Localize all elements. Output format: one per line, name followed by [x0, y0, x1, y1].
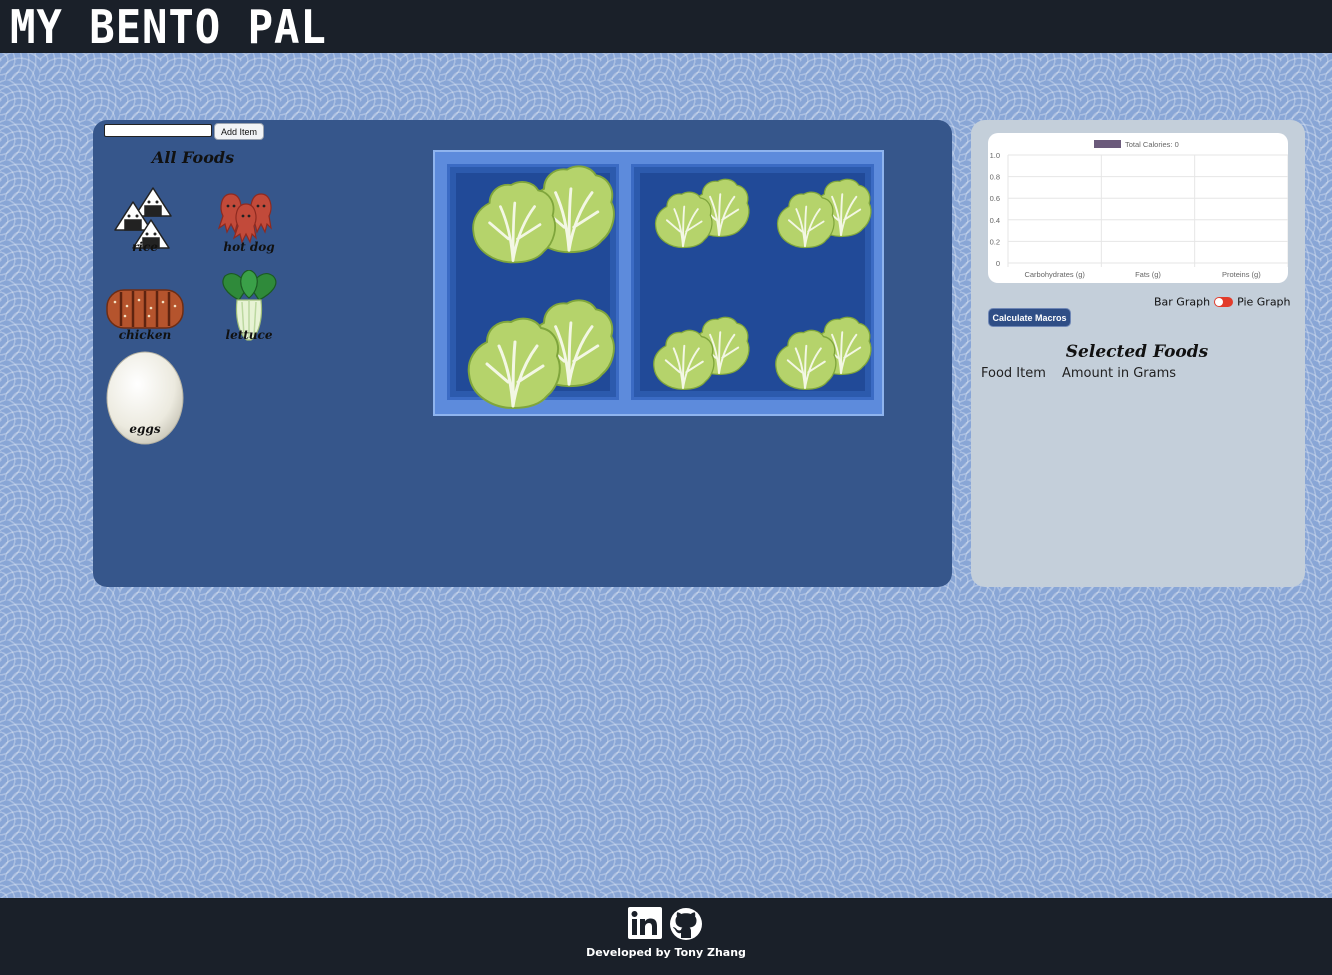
macros-bar-chart[interactable]: 1.0 0.8 0.6 0.4 0.2 0 Carbohydrates (g) Fats (g…	[988, 133, 1289, 283]
food-item-eggs[interactable]: eggs	[105, 350, 185, 446]
github-icon[interactable]	[668, 907, 704, 941]
food-label: hot dog	[223, 240, 275, 254]
calculate-macros-button[interactable]: Calculate Macros	[988, 308, 1071, 327]
lettuce-icon	[654, 178, 750, 249]
bar-graph-label: Bar Graph	[1154, 295, 1211, 309]
food-item-column-header: Food Item	[981, 366, 1046, 381]
macros-chart-card: 1.0 0.8 0.6 0.4 0.2 0 Carbohydrates (g) Fats (g…	[988, 133, 1289, 283]
add-item-button[interactable]: Add Item	[214, 123, 264, 140]
graph-type-toggle[interactable]	[1214, 297, 1234, 307]
legend-label[interactable]: Total Calories: 0	[1125, 140, 1179, 149]
food-item-chicken[interactable]: chicken	[105, 270, 185, 350]
all-foods-heading: All Foods	[151, 148, 235, 167]
lettuce-icon	[467, 298, 616, 410]
add-item-input[interactable]	[104, 124, 212, 137]
y-tick-label: 0.8	[990, 173, 1000, 182]
linkedin-icon[interactable]	[628, 907, 664, 941]
food-item-lettuce[interactable]: lettuce	[209, 269, 289, 350]
lettuce-icon	[774, 316, 872, 391]
bento-box[interactable]	[433, 150, 884, 416]
selected-foods-heading: Selected Foods	[1065, 342, 1209, 362]
lettuce-icon	[652, 316, 750, 391]
page-footer: Developed by Tony Zhang	[0, 898, 1332, 975]
food-item-rice[interactable]: rice	[105, 182, 185, 262]
food-label: lettuce	[225, 328, 273, 342]
y-tick-label: 1.0	[990, 151, 1000, 160]
app-header: MY BENTO PAL	[0, 0, 1332, 53]
x-tick-label: Carbohydrates (g)	[1024, 270, 1085, 279]
amount-column-header: Amount in Grams	[1062, 366, 1177, 381]
y-tick-label: 0	[996, 259, 1000, 268]
food-label: rice	[132, 240, 158, 254]
food-label: eggs	[129, 422, 161, 436]
app-title: MY BENTO PAL	[10, 0, 327, 54]
pie-graph-label: Pie Graph	[1237, 295, 1291, 309]
macros-panel: 1.0 0.8 0.6 0.4 0.2 0 Carbohydrates (g) Fats (g…	[971, 120, 1305, 587]
x-tick-label: Fats (g)	[1135, 270, 1161, 279]
y-tick-label: 0.4	[990, 216, 1000, 225]
x-tick-label: Proteins (g)	[1222, 270, 1261, 279]
y-tick-label: 0.6	[990, 194, 1000, 203]
lettuce-icon	[471, 164, 616, 265]
food-panel: Add Item All Foods rice hot dog chicken …	[93, 120, 952, 587]
y-tick-label: 0.2	[990, 237, 1000, 246]
food-label: chicken	[118, 328, 172, 342]
developer-credit: Developed by Tony Zhang	[586, 946, 746, 959]
legend-swatch[interactable]	[1094, 140, 1121, 148]
lettuce-icon	[776, 178, 872, 249]
graph-type-toggle-row: Bar Graph Pie Graph	[1154, 295, 1291, 309]
food-item-hot-dog[interactable]: hot dog	[209, 182, 289, 262]
